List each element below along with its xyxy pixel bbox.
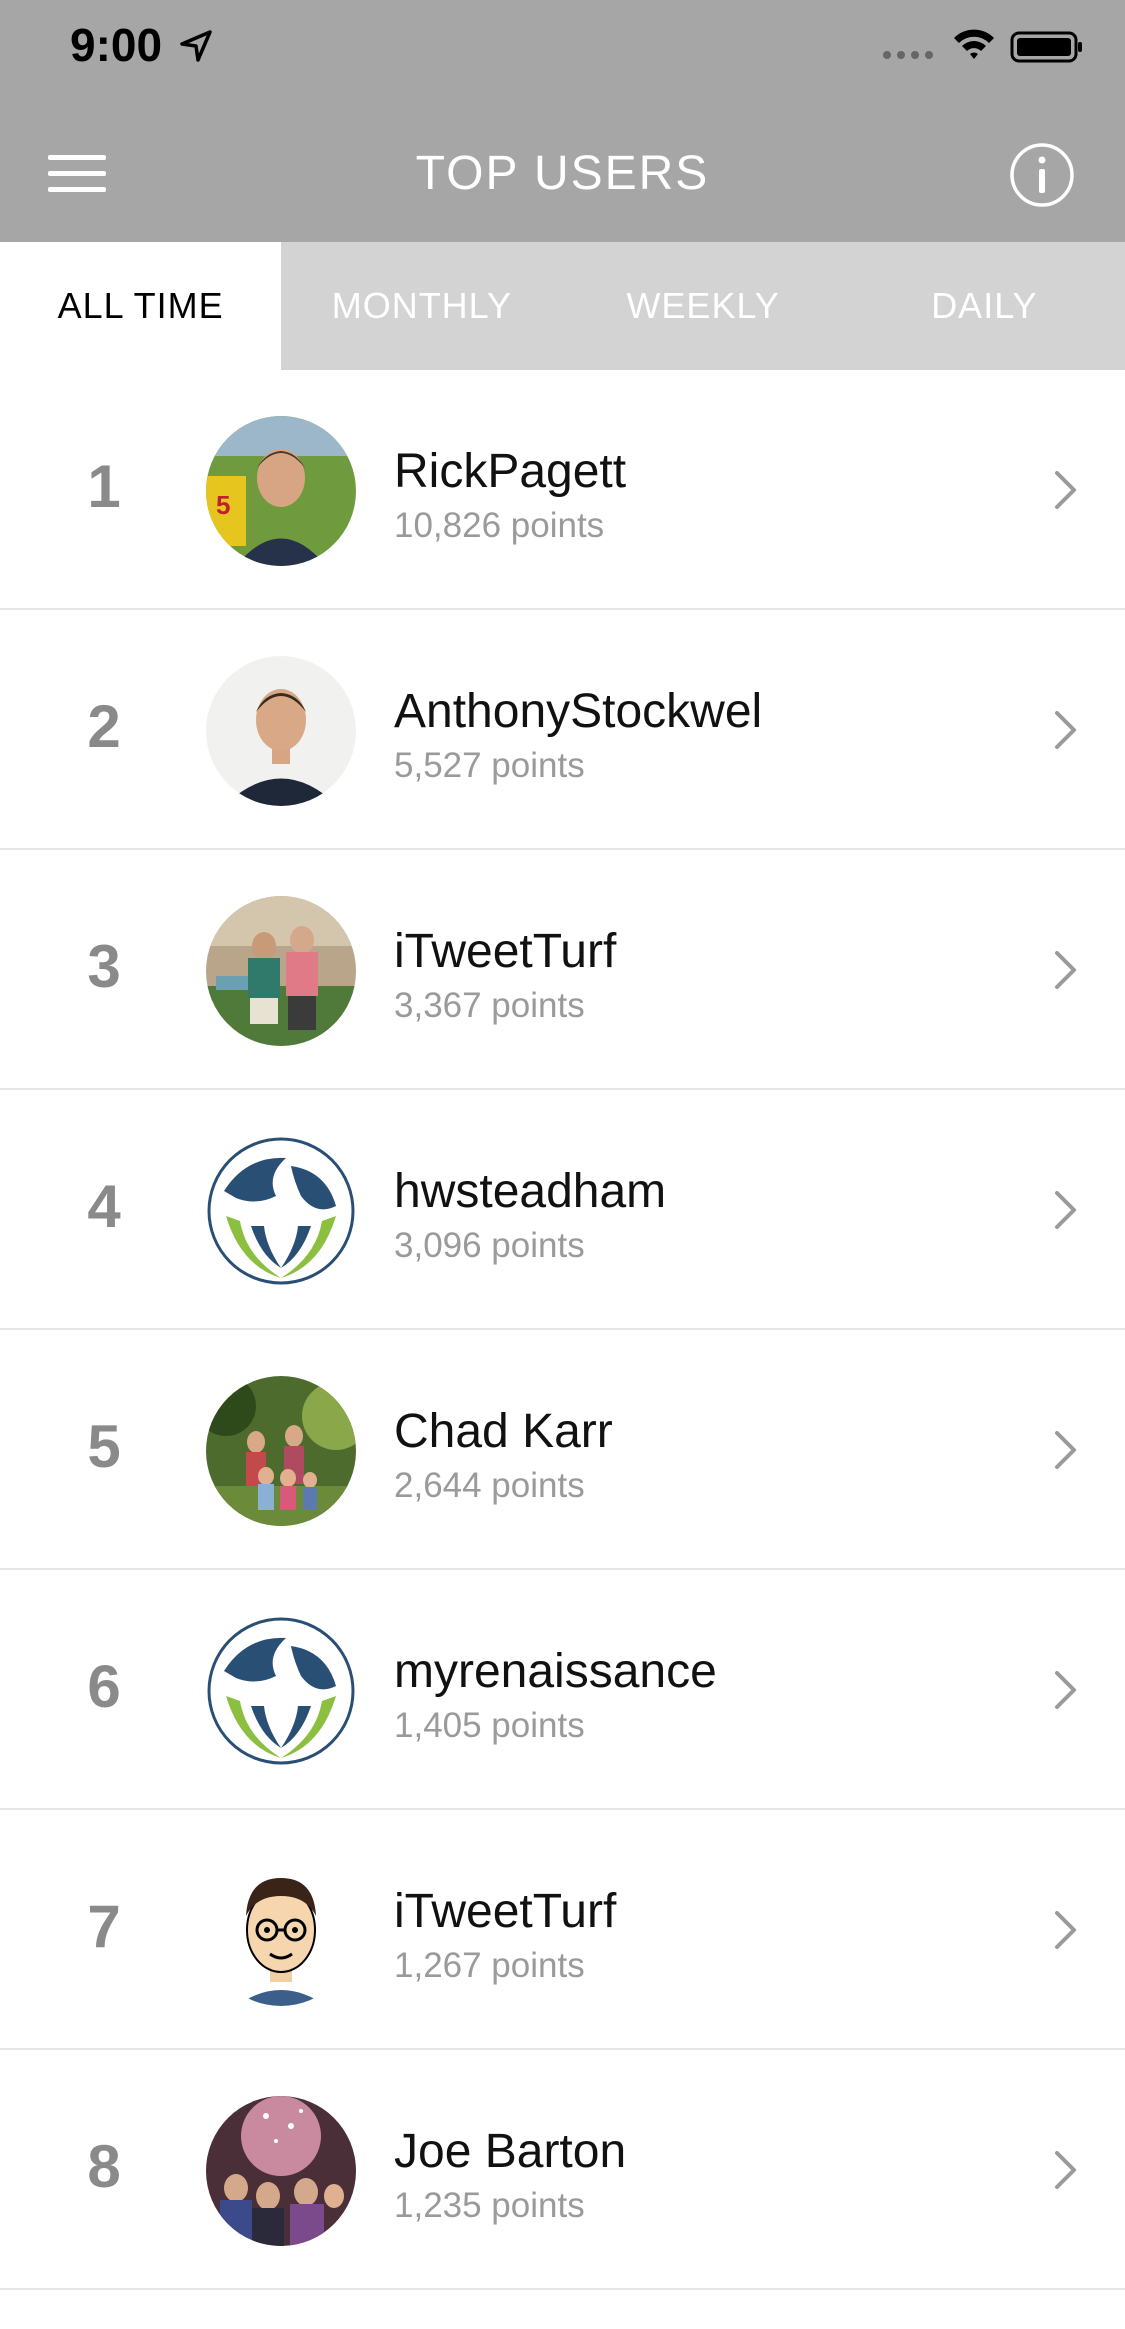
- username: Joe Barton: [394, 2125, 627, 2178]
- photo-avatar-icon: [206, 2096, 356, 2246]
- info-icon[interactable]: [1009, 142, 1075, 208]
- wifi-icon: [954, 29, 994, 59]
- list-item[interactable]: 7 iTweetTurf 1,267 points: [0, 1810, 1125, 2050]
- time-range-tabs: ALL TIME MONTHLY WEEKLY DAILY: [0, 242, 1125, 370]
- leaderboard-list: 1 5 RickPagett 10,826 points 2 AnthonySt…: [0, 370, 1125, 2290]
- rank-number: 5: [87, 1413, 121, 1480]
- list-item[interactable]: 2 AnthonyStockwel 5,527 points: [0, 610, 1125, 850]
- rank-number: 1: [87, 453, 121, 520]
- user-points: 1,235 points: [394, 2186, 585, 2225]
- username: iTweetTurf: [394, 925, 617, 978]
- avatar: [206, 2096, 356, 2246]
- username: iTweetTurf: [394, 1885, 617, 1938]
- user-points: 10,826 points: [394, 506, 605, 545]
- nav-bar: TOP USERS: [0, 100, 1125, 242]
- avatar: [206, 1136, 356, 1286]
- chevron-right-icon: [1055, 951, 1076, 989]
- rank-number: 6: [87, 1653, 121, 1720]
- chevron-right-icon: [1055, 1671, 1076, 1709]
- tab-daily[interactable]: DAILY: [844, 242, 1125, 370]
- avatar: [206, 656, 356, 806]
- battery-icon: [1010, 31, 1082, 63]
- chevron-right-icon: [1055, 1431, 1076, 1469]
- cartoon-avatar-icon: [206, 1856, 356, 2006]
- chevron-right-icon: [1055, 2151, 1076, 2189]
- rank-number: 7: [87, 1893, 121, 1960]
- username: hwsteadham: [394, 1165, 667, 1218]
- list-item[interactable]: 5 Chad Karr 2,644 points: [0, 1330, 1125, 1570]
- user-points: 1,267 points: [394, 1946, 585, 1985]
- avatar: 5: [206, 416, 356, 566]
- tab-monthly[interactable]: MONTHLY: [281, 242, 562, 370]
- globe-logo-icon: [206, 1616, 356, 1766]
- rank-number: 4: [87, 1173, 121, 1240]
- list-item[interactable]: 8 Joe Barton 1,235 points: [0, 2050, 1125, 2290]
- photo-avatar-icon: 5: [206, 416, 356, 566]
- avatar: [206, 1856, 356, 2006]
- status-time: 9:00: [70, 19, 163, 71]
- status-bar: 9:00: [0, 0, 1125, 100]
- globe-logo-icon: [206, 1136, 356, 1286]
- list-item[interactable]: 3 iTweetTurf 3,367 points: [0, 850, 1125, 1090]
- photo-avatar-icon: [206, 896, 356, 1046]
- list-item[interactable]: 1 5 RickPagett 10,826 points: [0, 370, 1125, 610]
- page-title: TOP USERS: [415, 147, 710, 200]
- chevron-right-icon: [1055, 471, 1076, 509]
- username: Chad Karr: [394, 1405, 613, 1458]
- user-points: 5,527 points: [394, 746, 585, 785]
- avatar: [206, 896, 356, 1046]
- tab-weekly[interactable]: WEEKLY: [563, 242, 844, 370]
- chevron-right-icon: [1055, 1191, 1076, 1229]
- avatar: [206, 1376, 356, 1526]
- signal-icon: [883, 51, 933, 59]
- user-points: 1,405 points: [394, 1706, 585, 1745]
- photo-avatar-icon: [206, 656, 356, 806]
- username: AnthonyStockwel: [394, 685, 763, 738]
- svg-text:5: 5: [216, 490, 230, 520]
- user-points: 3,096 points: [394, 1226, 585, 1265]
- chevron-right-icon: [1055, 1911, 1076, 1949]
- tab-all-time[interactable]: ALL TIME: [0, 242, 282, 370]
- rank-number: 2: [87, 693, 121, 760]
- username: myrenaissance: [394, 1645, 717, 1698]
- location-arrow-icon: [180, 30, 212, 62]
- user-points: 2,644 points: [394, 1466, 585, 1505]
- rank-number: 8: [87, 2133, 121, 2200]
- list-item[interactable]: 4 hwsteadham 3,096 points: [0, 1090, 1125, 1330]
- chevron-right-icon: [1055, 711, 1076, 749]
- rank-number: 3: [87, 933, 121, 1000]
- username: RickPagett: [394, 445, 627, 498]
- list-item[interactable]: 6 myrenaissance 1,405 points: [0, 1570, 1125, 1810]
- user-points: 3,367 points: [394, 986, 585, 1025]
- photo-avatar-icon: [206, 1376, 356, 1526]
- avatar: [206, 1616, 356, 1766]
